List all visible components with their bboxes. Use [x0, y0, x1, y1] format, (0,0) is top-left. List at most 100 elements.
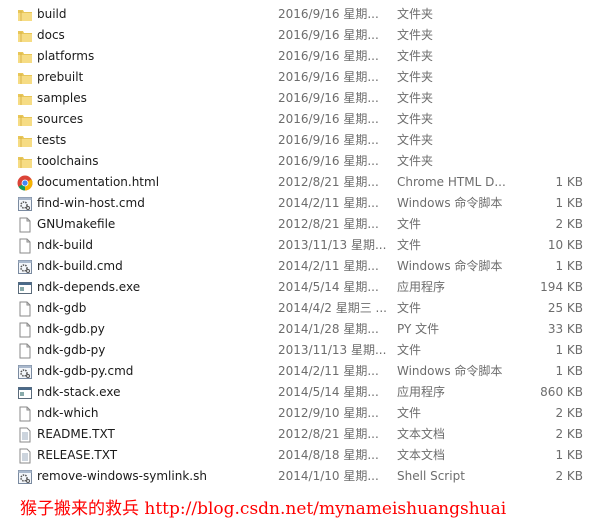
file-name: platforms: [37, 49, 95, 63]
file-size: 2 KB: [555, 427, 583, 441]
file-date: 2013/11/13 星期...: [278, 238, 387, 252]
exe-icon: [17, 385, 33, 401]
file-type: PY 文件: [397, 322, 440, 336]
file-name: tests: [37, 133, 67, 147]
file-size: 10 KB: [547, 238, 583, 252]
file-type: 文件: [397, 343, 422, 357]
folder-icon: [17, 112, 33, 128]
file-row[interactable]: RELEASE.TXT 2014/8/18 星期... 文本文档 1 KB: [0, 445, 608, 466]
file-row[interactable]: samples 2016/9/16 星期... 文件夹: [0, 88, 608, 109]
file-name: toolchains: [37, 154, 99, 168]
file-date: 2014/2/11 星期...: [278, 364, 379, 378]
file-date: 2012/8/21 星期...: [278, 217, 379, 231]
file-type: 应用程序: [397, 280, 446, 294]
file-date: 2014/5/14 星期...: [278, 280, 379, 294]
file-icon: [17, 301, 33, 317]
file-row[interactable]: remove-windows-symlink.sh 2014/1/10 星期..…: [0, 466, 608, 487]
file-date: 2014/1/10 星期...: [278, 469, 379, 483]
file-row[interactable]: ndk-gdb-py.cmd 2014/2/11 星期... Windows 命…: [0, 361, 608, 382]
file-date: 2016/9/16 星期...: [278, 28, 379, 42]
file-type: Windows 命令脚本: [397, 364, 503, 378]
file-type: 文件: [397, 238, 422, 252]
file-type: 文件夹: [397, 70, 434, 84]
file-type: Shell Script: [397, 469, 465, 483]
text-icon: [17, 448, 33, 464]
file-type: Windows 命令脚本: [397, 259, 503, 273]
chrome-icon: [17, 175, 33, 191]
file-row[interactable]: build 2016/9/16 星期... 文件夹: [0, 4, 608, 25]
file-date: 2012/9/10 星期...: [278, 406, 379, 420]
file-type: 文件夹: [397, 49, 434, 63]
file-row[interactable]: ndk-stack.exe 2014/5/14 星期... 应用程序 860 K…: [0, 382, 608, 403]
file-icon: [17, 406, 33, 422]
file-type: 文件: [397, 406, 422, 420]
file-row[interactable]: prebuilt 2016/9/16 星期... 文件夹: [0, 67, 608, 88]
file-type: 文件夹: [397, 7, 434, 21]
file-row[interactable]: documentation.html 2012/8/21 星期... Chrom…: [0, 172, 608, 193]
file-date: 2013/11/13 星期...: [278, 343, 387, 357]
file-row[interactable]: GNUmakefile 2012/8/21 星期... 文件 2 KB: [0, 214, 608, 235]
script-icon: [17, 469, 33, 485]
file-type: 文件夹: [397, 112, 434, 126]
file-name: remove-windows-symlink.sh: [37, 469, 207, 483]
file-row[interactable]: ndk-which 2012/9/10 星期... 文件 2 KB: [0, 403, 608, 424]
file-row[interactable]: toolchains 2016/9/16 星期... 文件夹: [0, 151, 608, 172]
file-type: 文件夹: [397, 91, 434, 105]
file-name: ndk-gdb.py: [37, 322, 105, 336]
file-row[interactable]: ndk-gdb.py 2014/1/28 星期... PY 文件 33 KB: [0, 319, 608, 340]
file-row[interactable]: ndk-build 2013/11/13 星期... 文件 10 KB: [0, 235, 608, 256]
file-size: 25 KB: [547, 301, 583, 315]
folder-icon: [17, 133, 33, 149]
file-date: 2014/2/11 星期...: [278, 259, 379, 273]
file-size: 33 KB: [547, 322, 583, 336]
file-type: 文件: [397, 301, 422, 315]
file-date: 2016/9/16 星期...: [278, 154, 379, 168]
file-size: 860 KB: [540, 385, 583, 399]
file-size: 1 KB: [555, 364, 583, 378]
file-size: 2 KB: [555, 406, 583, 420]
file-name: find-win-host.cmd: [37, 196, 145, 210]
file-row[interactable]: ndk-build.cmd 2014/2/11 星期... Windows 命令…: [0, 256, 608, 277]
file-size: 194 KB: [540, 280, 583, 294]
folder-icon: [17, 28, 33, 44]
file-date: 2014/2/11 星期...: [278, 196, 379, 210]
file-name: ndk-gdb-py: [37, 343, 106, 357]
file-type: Windows 命令脚本: [397, 196, 503, 210]
file-type: 文本文档: [397, 427, 446, 441]
file-row[interactable]: ndk-depends.exe 2014/5/14 星期... 应用程序 194…: [0, 277, 608, 298]
file-icon: [17, 217, 33, 233]
file-row[interactable]: find-win-host.cmd 2014/2/11 星期... Window…: [0, 193, 608, 214]
watermark: 猴子搬来的救兵 http://blog.csdn.net/mynameishua…: [20, 499, 507, 519]
file-type: 文件夹: [397, 133, 434, 147]
file-name: ndk-build.cmd: [37, 259, 123, 273]
file-name: GNUmakefile: [37, 217, 116, 231]
file-row[interactable]: docs 2016/9/16 星期... 文件夹: [0, 25, 608, 46]
folder-icon: [17, 91, 33, 107]
file-date: 2014/4/2 星期三 ...: [278, 301, 387, 315]
script-icon: [17, 259, 33, 275]
exe-icon: [17, 280, 33, 296]
file-date: 2014/1/28 星期...: [278, 322, 379, 336]
file-name: ndk-build: [37, 238, 94, 252]
file-name: docs: [37, 28, 65, 42]
file-name: samples: [37, 91, 87, 105]
folder-icon: [17, 7, 33, 23]
file-row[interactable]: ndk-gdb 2014/4/2 星期三 ... 文件 25 KB: [0, 298, 608, 319]
file-icon: [17, 238, 33, 254]
file-name: README.TXT: [37, 427, 115, 441]
file-row[interactable]: sources 2016/9/16 星期... 文件夹: [0, 109, 608, 130]
file-row[interactable]: ndk-gdb-py 2013/11/13 星期... 文件 1 KB: [0, 340, 608, 361]
file-type: Chrome HTML D...: [397, 175, 506, 189]
file-row[interactable]: README.TXT 2012/8/21 星期... 文本文档 2 KB: [0, 424, 608, 445]
folder-icon: [17, 49, 33, 65]
file-date: 2012/8/21 星期...: [278, 427, 379, 441]
file-icon: [17, 343, 33, 359]
file-type: 应用程序: [397, 385, 446, 399]
file-row[interactable]: tests 2016/9/16 星期... 文件夹: [0, 130, 608, 151]
file-date: 2016/9/16 星期...: [278, 49, 379, 63]
file-size: 1 KB: [555, 196, 583, 210]
file-row[interactable]: platforms 2016/9/16 星期... 文件夹: [0, 46, 608, 67]
file-name: sources: [37, 112, 84, 126]
file-date: 2016/9/16 星期...: [278, 70, 379, 84]
file-size: 1 KB: [555, 175, 583, 189]
